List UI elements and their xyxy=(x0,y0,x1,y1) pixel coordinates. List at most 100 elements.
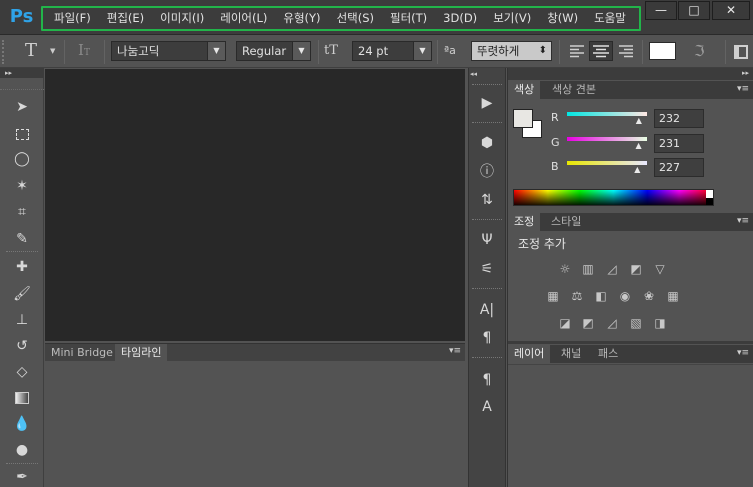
blue-value-field[interactable]: 227 xyxy=(654,158,704,177)
threshold-icon[interactable]: ◿ xyxy=(604,316,620,330)
toolbar-grip[interactable]: ▸▸ xyxy=(0,68,44,78)
paragraph-styles-icon[interactable]: ¶ xyxy=(471,368,503,392)
exposure-icon[interactable]: ◩ xyxy=(628,262,644,276)
paragraph-icon[interactable]: ¶ xyxy=(471,326,503,350)
gradient-tool-icon[interactable] xyxy=(8,387,36,409)
dock-grip[interactable] xyxy=(472,122,502,124)
lasso-tool-icon[interactable]: ◯ xyxy=(8,148,36,170)
spectrum-black-swatch[interactable] xyxy=(706,198,713,205)
menu-filter[interactable]: 필터(T) xyxy=(390,10,427,26)
foreground-color-swatch[interactable] xyxy=(513,109,533,128)
dock-grip[interactable] xyxy=(472,357,502,359)
vibrance-icon[interactable]: ▽ xyxy=(652,262,668,276)
color-spectrum-bar[interactable] xyxy=(513,189,714,206)
text-color-swatch[interactable] xyxy=(649,42,676,60)
maximize-button[interactable]: □ xyxy=(678,1,710,20)
options-grip[interactable] xyxy=(2,40,8,64)
align-right-button[interactable] xyxy=(615,41,637,61)
dock-grip[interactable] xyxy=(472,219,502,221)
gradient-map-icon[interactable]: ▧ xyxy=(628,316,644,330)
character-icon[interactable]: A| xyxy=(471,298,503,322)
red-value-field[interactable]: 232 xyxy=(654,109,704,128)
menu-edit[interactable]: 편집(E) xyxy=(107,10,144,26)
dock-grip[interactable] xyxy=(472,84,502,86)
invert-icon[interactable]: ◪ xyxy=(557,316,573,330)
spectrum-white-swatch[interactable] xyxy=(706,190,713,198)
pen-tool-icon[interactable]: ✒ xyxy=(8,466,36,487)
green-value-field[interactable]: 231 xyxy=(654,134,704,153)
dodge-tool-icon[interactable]: ● xyxy=(8,439,36,461)
3d-icon[interactable]: ⬢ xyxy=(471,131,503,155)
toolbar-handle[interactable] xyxy=(0,78,44,90)
tab-paths[interactable]: 패스 xyxy=(592,345,624,363)
crop-tool-icon[interactable]: ⌗ xyxy=(8,201,36,223)
brush-presets-icon[interactable]: Ψ xyxy=(471,228,503,252)
hue-saturation-icon[interactable]: ▦ xyxy=(545,289,561,303)
tab-swatches[interactable]: 색상 견본 xyxy=(546,81,602,99)
panel-menu-icon[interactable]: ▾≡ xyxy=(737,216,749,226)
curves-icon[interactable]: ◿ xyxy=(604,262,620,276)
history-brush-tool-icon[interactable]: ↺ xyxy=(8,335,36,357)
color-lookup-icon[interactable]: ▦ xyxy=(665,289,681,303)
panel-menu-icon[interactable]: ▾≡ xyxy=(737,84,749,94)
character-styles-icon[interactable]: A xyxy=(471,395,503,419)
healing-brush-tool-icon[interactable]: ✚ xyxy=(8,256,36,278)
photo-filter-icon[interactable]: ◉ xyxy=(617,289,633,303)
black-white-icon[interactable]: ◧ xyxy=(593,289,609,303)
tab-timeline[interactable]: 타임라인 xyxy=(115,344,168,362)
character-panel-icon[interactable] xyxy=(734,45,748,59)
type-tool-icon[interactable]: T xyxy=(25,40,37,61)
selective-color-icon[interactable]: ◨ xyxy=(652,316,668,330)
menu-layer[interactable]: 레이어(L) xyxy=(220,10,267,26)
red-slider-thumb[interactable]: ▲ xyxy=(636,117,644,125)
green-slider-thumb[interactable]: ▲ xyxy=(635,142,643,150)
brightness-contrast-icon[interactable]: ☼ xyxy=(557,262,573,276)
color-balance-icon[interactable]: ⚖ xyxy=(569,289,585,303)
tab-adjustments[interactable]: 조정 xyxy=(508,213,541,231)
minimize-button[interactable]: — xyxy=(645,1,677,20)
actions-icon[interactable]: ▶ xyxy=(471,91,503,115)
font-family-dropdown[interactable]: 나눔고딕 ▼ xyxy=(111,41,226,61)
eraser-tool-icon[interactable]: ◇ xyxy=(8,361,36,383)
close-button[interactable]: ✕ xyxy=(712,1,750,20)
menu-image[interactable]: 이미지(I) xyxy=(160,10,204,26)
tab-color[interactable]: 색상 xyxy=(508,81,541,99)
text-orientation-icon[interactable]: IT xyxy=(78,41,90,59)
panel-menu-icon[interactable]: ▾≡ xyxy=(737,348,749,358)
levels-icon[interactable]: ▥ xyxy=(580,262,596,276)
align-center-button[interactable] xyxy=(589,41,613,61)
dock-collapse-icon[interactable]: ◂◂ xyxy=(470,70,477,78)
menu-file[interactable]: 파일(F) xyxy=(54,10,91,26)
info-icon[interactable]: ⓘ xyxy=(471,160,503,184)
menu-view[interactable]: 보기(V) xyxy=(493,10,531,26)
clone-source-icon[interactable]: ⚟ xyxy=(471,257,503,281)
tab-mini-bridge[interactable]: Mini Bridge xyxy=(45,344,119,362)
menu-window[interactable]: 창(W) xyxy=(547,10,578,26)
tool-preset-arrow-icon[interactable]: ▼ xyxy=(50,47,55,55)
clone-stamp-tool-icon[interactable]: ⊥ xyxy=(8,309,36,331)
align-left-button[interactable] xyxy=(566,41,588,61)
eyedropper-tool-icon[interactable]: ✎ xyxy=(8,228,36,250)
posterize-icon[interactable]: ◩ xyxy=(580,316,596,330)
warp-text-icon[interactable]: ℑ xyxy=(694,42,704,60)
blur-tool-icon[interactable]: 💧 xyxy=(8,413,36,435)
channel-mixer-icon[interactable]: ❀ xyxy=(641,289,657,303)
move-tool-icon[interactable]: ➤ xyxy=(8,96,36,118)
menu-type[interactable]: 유형(Y) xyxy=(283,10,320,26)
tab-layers[interactable]: 레이어 xyxy=(508,345,551,363)
font-size-dropdown[interactable]: 24 pt ▼ xyxy=(352,41,432,61)
dock-expand-icon[interactable]: ▸▸ xyxy=(742,69,749,77)
marquee-tool-icon[interactable] xyxy=(8,123,36,145)
tab-styles[interactable]: 스타일 xyxy=(545,213,587,231)
panel-menu-icon[interactable]: ▾≡ xyxy=(449,346,461,356)
font-style-dropdown[interactable]: Regular ▼ xyxy=(236,41,311,61)
antialias-dropdown[interactable]: 뚜렷하게 ⬍ xyxy=(471,41,552,61)
history-icon[interactable]: ⇅ xyxy=(471,188,503,212)
tab-channels[interactable]: 채널 xyxy=(555,345,587,363)
document-canvas-area[interactable] xyxy=(45,69,465,341)
red-slider[interactable] xyxy=(567,112,647,116)
magic-wand-tool-icon[interactable]: ✶ xyxy=(8,175,36,197)
dock-grip[interactable] xyxy=(472,288,502,290)
menu-3d[interactable]: 3D(D) xyxy=(443,11,477,25)
blue-slider-thumb[interactable]: ▲ xyxy=(634,166,642,174)
